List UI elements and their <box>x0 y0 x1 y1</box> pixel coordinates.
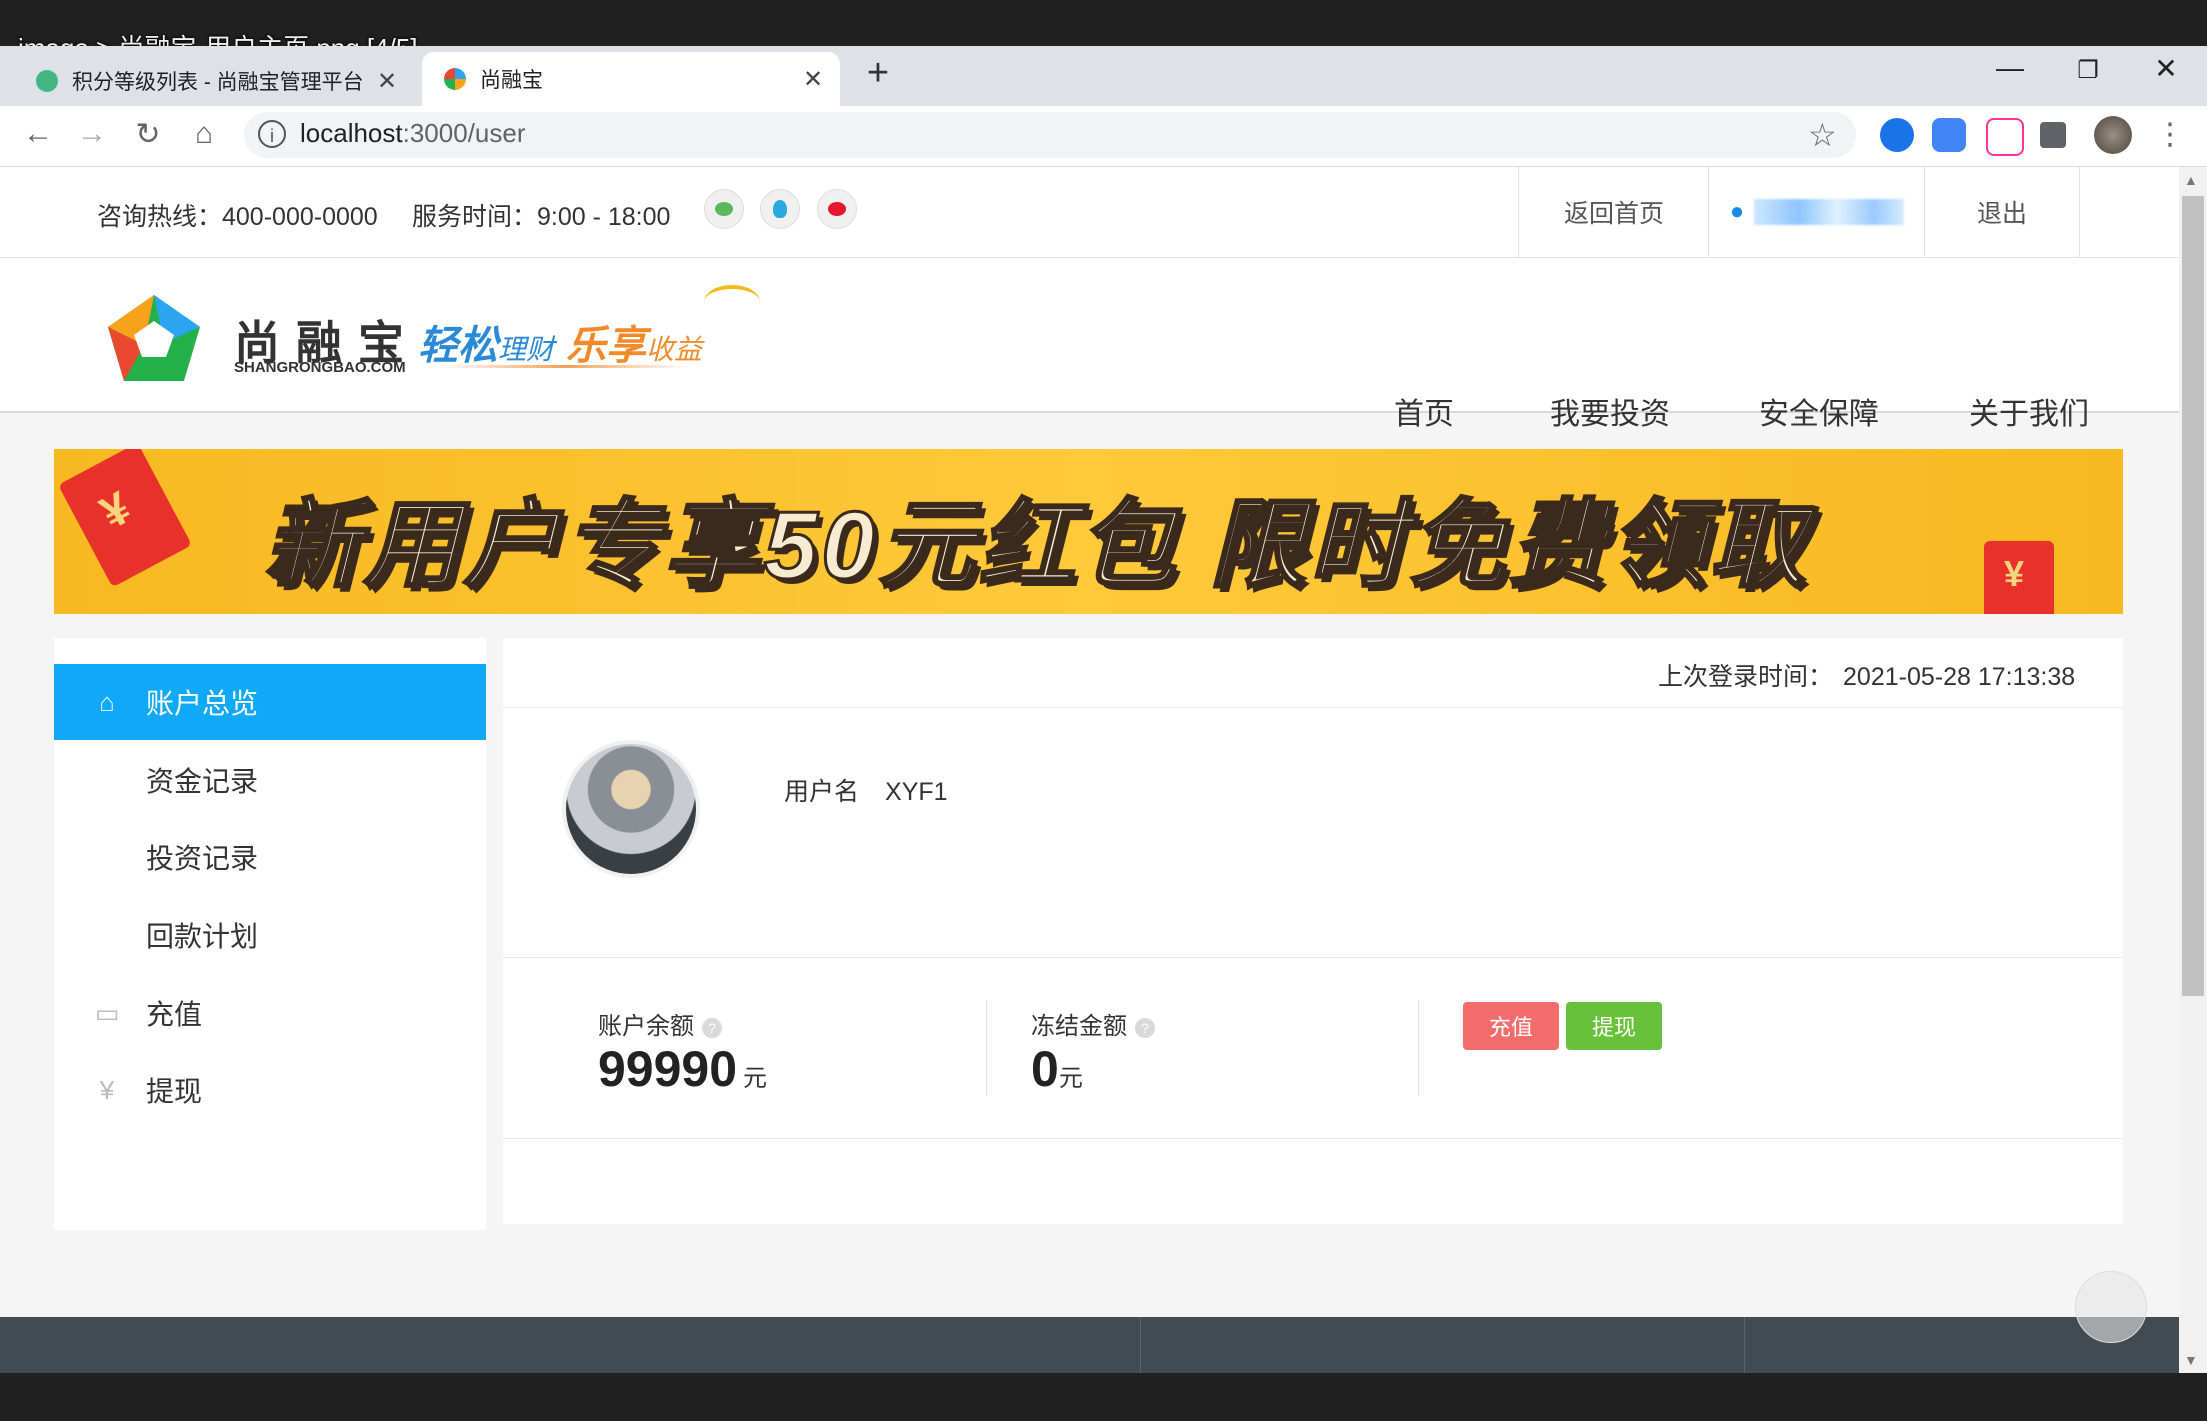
help-icon[interactable]: ? <box>702 1017 722 1038</box>
vue-favicon-icon <box>36 70 58 92</box>
yen-icon: ¥ <box>99 1074 115 1105</box>
google-translate-icon[interactable] <box>1932 118 1966 152</box>
viewer-bottom-strip <box>0 1373 2207 1421</box>
sidebar-item-recharge[interactable]: ▭ 充值 <box>54 975 486 1051</box>
nav-security[interactable]: 安全保障 <box>1759 389 1879 433</box>
recharge-button[interactable]: 充值 <box>1463 1002 1559 1050</box>
sidebar-item-withdraw[interactable]: ¥ 提现 <box>54 1052 486 1128</box>
profile-avatar-icon[interactable] <box>2094 116 2132 154</box>
tab-close-icon[interactable]: ✕ <box>798 65 828 94</box>
red-envelope-icon: ¥ <box>1984 541 2054 614</box>
last-login: 上次登录时间： 2021-05-28 17:13:38 <box>1658 663 2076 691</box>
scroll-up-arrow-icon[interactable]: ▲ <box>2184 172 2198 188</box>
scroll-down-arrow-icon[interactable]: ▼ <box>2184 1352 2198 1368</box>
tab-shangrongbao[interactable]: 尚融宝 ✕ <box>422 52 840 106</box>
balance-label: 账户余额? <box>598 1006 722 1041</box>
reload-icon[interactable]: ↻ <box>126 112 170 156</box>
sidebar-item-fund-records[interactable]: 资金记录 <box>54 742 486 818</box>
forward-arrow-icon[interactable]: → <box>70 112 114 156</box>
new-tab-button[interactable]: + <box>858 52 898 95</box>
footer-divider <box>1744 1317 1745 1373</box>
sidebar-item-label: 资金记录 <box>146 766 259 797</box>
home-icon: ⌂ <box>99 686 115 717</box>
divider <box>503 1138 2123 1139</box>
frozen-value: 0元 <box>1031 1041 1083 1097</box>
folder-icon: ▭ <box>94 997 120 1028</box>
tab-title: 积分等级列表 - 尚融宝管理平台 <box>72 71 364 94</box>
scrollbar-thumb[interactable] <box>2182 196 2204 996</box>
extension-screen-icon[interactable] <box>1880 118 1914 152</box>
nav-home[interactable]: 首页 <box>1394 389 1454 433</box>
wechat-icon[interactable] <box>704 189 744 229</box>
sidebar-item-repayment-plan[interactable]: 回款计划 <box>54 897 486 973</box>
back-arrow-icon[interactable]: ← <box>16 112 60 156</box>
nav-invest[interactable]: 我要投资 <box>1550 389 1670 433</box>
sidebar-item-label: 投资记录 <box>146 843 259 874</box>
shangrongbao-logo-icon[interactable] <box>104 291 204 387</box>
weibo-icon[interactable] <box>817 189 857 229</box>
sun-decoration-icon <box>704 285 760 319</box>
sidebar-item-label: 回款计划 <box>146 921 259 952</box>
extensions-puzzle-icon[interactable] <box>2040 122 2066 148</box>
red-envelope-icon: ¥ <box>58 449 192 588</box>
promo-banner[interactable]: ¥ ¥ 新用户专享50元红包 限时免费领取 <box>54 449 2123 614</box>
nav-about[interactable]: 关于我们 <box>1969 389 2089 433</box>
shangrongbao-favicon-icon <box>444 68 466 90</box>
footer <box>0 1317 2179 1373</box>
url-text[interactable]: localhost:3000/user <box>300 118 526 149</box>
floating-help-button[interactable] <box>2075 1271 2147 1343</box>
frozen-label: 冻结金额? <box>1031 1006 1155 1041</box>
sidebar-item-label: 账户总览 <box>146 688 259 719</box>
bookmark-star-icon[interactable]: ☆ <box>1808 116 1837 154</box>
withdraw-button[interactable]: 提现 <box>1566 1002 1662 1050</box>
sidebar-item-label: 提现 <box>146 1076 203 1107</box>
back-home-link[interactable]: 返回首页 <box>1518 167 1709 257</box>
tab-close-icon[interactable]: ✕ <box>372 67 402 96</box>
logout-link[interactable]: 退出 <box>1924 167 2080 257</box>
close-window-icon[interactable]: ✕ <box>2136 52 2196 85</box>
footer-divider <box>1140 1317 1141 1373</box>
minimize-window-icon[interactable]: — <box>1980 52 2040 84</box>
avatar[interactable] <box>562 740 700 878</box>
sidebar-item-invest-records[interactable]: 投资记录 <box>54 819 486 895</box>
balance-value: 99990 元 <box>598 1041 768 1097</box>
user-menu[interactable]: ● <box>1708 167 1925 257</box>
restore-window-icon[interactable]: ❐ <box>2058 56 2118 85</box>
masked-username <box>1754 199 1905 225</box>
slogan-underline <box>440 365 690 368</box>
site-info-icon[interactable]: i <box>258 120 286 148</box>
service-time-text: 服务时间：9:00 - 18:00 <box>412 203 671 231</box>
sidebar-item-overview[interactable]: ⌂ 账户总览 <box>54 664 486 740</box>
hotline-text: 咨询热线：400-000-0000 <box>97 203 378 231</box>
user-icon: ● <box>1729 198 1745 225</box>
sidebar-item-label: 充值 <box>146 999 203 1030</box>
column-divider <box>986 1000 987 1096</box>
brand-slogan: 轻松理财 乐享收益 <box>418 324 703 368</box>
tab-admin-platform[interactable]: 积分等级列表 - 尚融宝管理平台 ✕ <box>14 56 414 106</box>
divider <box>503 957 2123 958</box>
banner-headline: 新用户专享50元红包 限时免费领取 <box>262 491 1810 601</box>
browser-menu-icon[interactable]: ⋮ <box>2148 112 2192 156</box>
qq-icon[interactable] <box>760 189 800 229</box>
username-row: 用户名 XYF1 <box>784 778 948 806</box>
brand-domain: SHANGRONGBAO.COM <box>234 359 406 376</box>
tab-title: 尚融宝 <box>480 69 543 92</box>
divider <box>503 707 2123 708</box>
home-browser-icon[interactable]: ⌂ <box>182 112 226 156</box>
column-divider <box>1418 1000 1419 1096</box>
help-icon[interactable]: ? <box>1135 1017 1155 1038</box>
cat-extension-icon[interactable] <box>1986 118 2024 156</box>
account-panel <box>503 638 2123 1224</box>
